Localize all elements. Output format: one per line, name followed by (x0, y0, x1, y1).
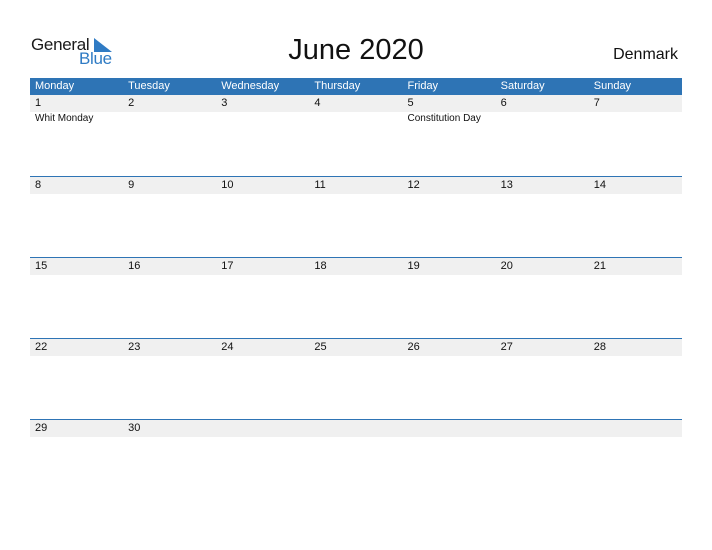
day-number: 18 (314, 260, 327, 272)
calendar-title: June 2020 (288, 34, 424, 66)
weekday-sunday: Sunday (593, 80, 632, 92)
day-number: 23 (128, 341, 141, 353)
week-row: 22 23 24 25 26 27 28 (30, 338, 682, 418)
date-strip: 29 30 (30, 419, 682, 437)
day-number: 2 (128, 97, 135, 109)
day-number: 14 (593, 179, 606, 191)
day-number: 5 (407, 97, 414, 109)
holiday-label (589, 112, 682, 125)
weekday-monday: Monday (35, 80, 75, 92)
day-number: 22 (35, 341, 48, 353)
weekday-header: Monday Tuesday Wednesday Thursday Friday… (30, 78, 682, 95)
day-number: 11 (314, 179, 326, 191)
week-row: 15 16 17 18 19 20 21 (30, 257, 682, 337)
day-number: 26 (407, 341, 420, 353)
weekday-saturday: Saturday (500, 80, 545, 92)
day-number (589, 420, 682, 437)
day-number: 10 (221, 179, 234, 191)
day-number (403, 420, 496, 437)
day-number: 8 (35, 179, 42, 191)
weekday-tuesday: Tuesday (128, 80, 170, 92)
holiday-label (496, 112, 589, 125)
day-number: 24 (221, 341, 234, 353)
day-number: 16 (128, 260, 141, 272)
holiday-label (123, 112, 216, 125)
week-row: 8 9 10 11 12 13 14 (30, 176, 682, 256)
day-number: 29 (35, 422, 48, 434)
weekday-thursday: Thursday (314, 80, 361, 92)
events-row: Whit Monday Constitution Day (30, 112, 682, 125)
day-number: 25 (314, 341, 327, 353)
holiday-label (309, 112, 402, 125)
weekday-friday: Friday (407, 80, 439, 92)
day-number (216, 420, 309, 437)
day-number: 7 (593, 97, 600, 109)
weekday-wednesday: Wednesday (221, 80, 280, 92)
day-number: 15 (35, 260, 48, 272)
day-number: 6 (500, 97, 507, 109)
day-number: 30 (128, 422, 141, 434)
holiday-label: Whit Monday (35, 113, 94, 124)
holiday-label: Constitution Day (407, 113, 481, 124)
day-number: 13 (500, 179, 513, 191)
holiday-label (216, 112, 309, 125)
day-number: 4 (314, 97, 321, 109)
country-label: Denmark (613, 46, 678, 63)
date-strip: 1 2 3 4 5 6 7 (30, 95, 682, 112)
date-strip: 22 23 24 25 26 27 28 (30, 338, 682, 356)
day-number (496, 420, 589, 437)
day-number (309, 420, 402, 437)
day-number: 1 (35, 97, 42, 109)
week-row: 29 30 (30, 419, 682, 499)
day-number: 20 (500, 260, 513, 272)
day-number: 3 (221, 97, 228, 109)
day-number: 17 (221, 260, 234, 272)
week-row: 1 2 3 4 5 6 7 Whit Monday Constitution Day (30, 95, 682, 175)
date-strip: 8 9 10 11 12 13 14 (30, 176, 682, 194)
calendar-grid: Monday Tuesday Wednesday Thursday Friday… (30, 78, 682, 437)
day-number: 27 (500, 341, 513, 353)
day-number: 9 (128, 179, 135, 191)
day-number: 19 (407, 260, 420, 272)
day-number: 12 (407, 179, 420, 191)
day-number: 21 (593, 260, 606, 272)
date-strip: 15 16 17 18 19 20 21 (30, 257, 682, 275)
day-number: 28 (593, 341, 606, 353)
